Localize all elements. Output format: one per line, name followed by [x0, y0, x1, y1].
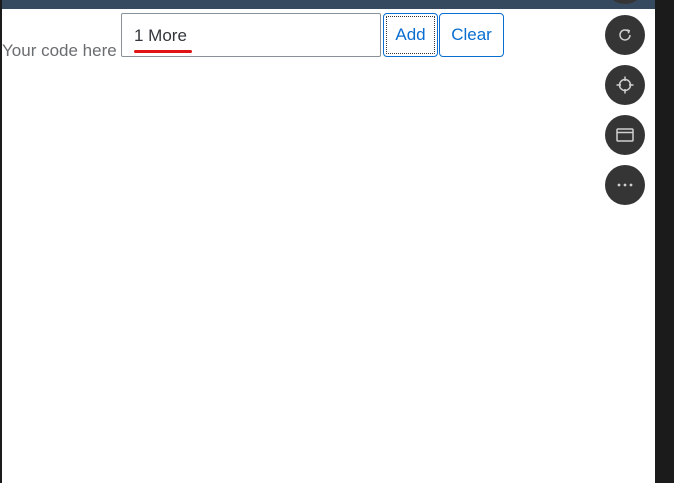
code-input[interactable]: 1 More — [121, 13, 381, 57]
window-button[interactable] — [605, 115, 645, 155]
window-icon — [616, 128, 634, 142]
refresh-icon — [619, 29, 631, 41]
screen-frame: Your code here 1 More Add Clear — [0, 0, 674, 483]
crosshair-button[interactable] — [605, 65, 645, 105]
app-content: Your code here 1 More Add Clear — [2, 0, 655, 483]
header-bar — [2, 0, 655, 9]
clear-button[interactable]: Clear — [439, 13, 504, 57]
more-icon — [617, 183, 633, 187]
red-annotation-underline — [134, 50, 192, 53]
code-label: Your code here — [2, 41, 117, 60]
code-input-value: 1 More — [134, 26, 187, 45]
refresh-button[interactable] — [605, 15, 645, 55]
crosshair-icon — [616, 76, 634, 94]
more-options-button[interactable] — [605, 165, 645, 205]
add-button[interactable]: Add — [383, 13, 438, 57]
